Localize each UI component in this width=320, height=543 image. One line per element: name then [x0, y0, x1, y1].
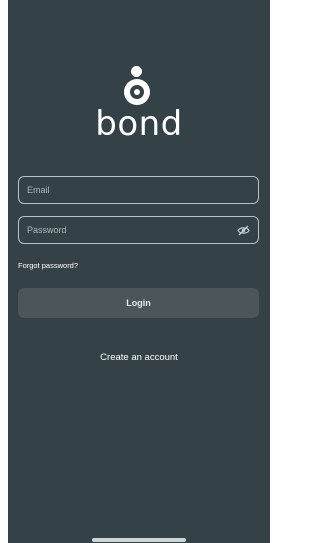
email-field[interactable] — [18, 176, 259, 204]
eye-off-icon[interactable] — [236, 224, 250, 236]
create-account-link[interactable]: Create an account — [8, 352, 270, 363]
login-screen: bond Forgot password? Login Create an ac… — [8, 0, 270, 543]
email-input[interactable] — [27, 185, 250, 195]
login-button[interactable]: Login — [18, 288, 259, 318]
app-logo: bond — [8, 66, 270, 142]
home-indicator — [92, 538, 186, 542]
logo-wordmark: bond — [95, 104, 183, 144]
password-field[interactable] — [18, 216, 259, 244]
logo-mark-icon — [122, 66, 156, 108]
logo-dot — [131, 66, 142, 77]
logo-ring — [124, 79, 150, 105]
forgot-password-link[interactable]: Forgot password? — [18, 261, 78, 270]
password-input[interactable] — [27, 225, 236, 235]
